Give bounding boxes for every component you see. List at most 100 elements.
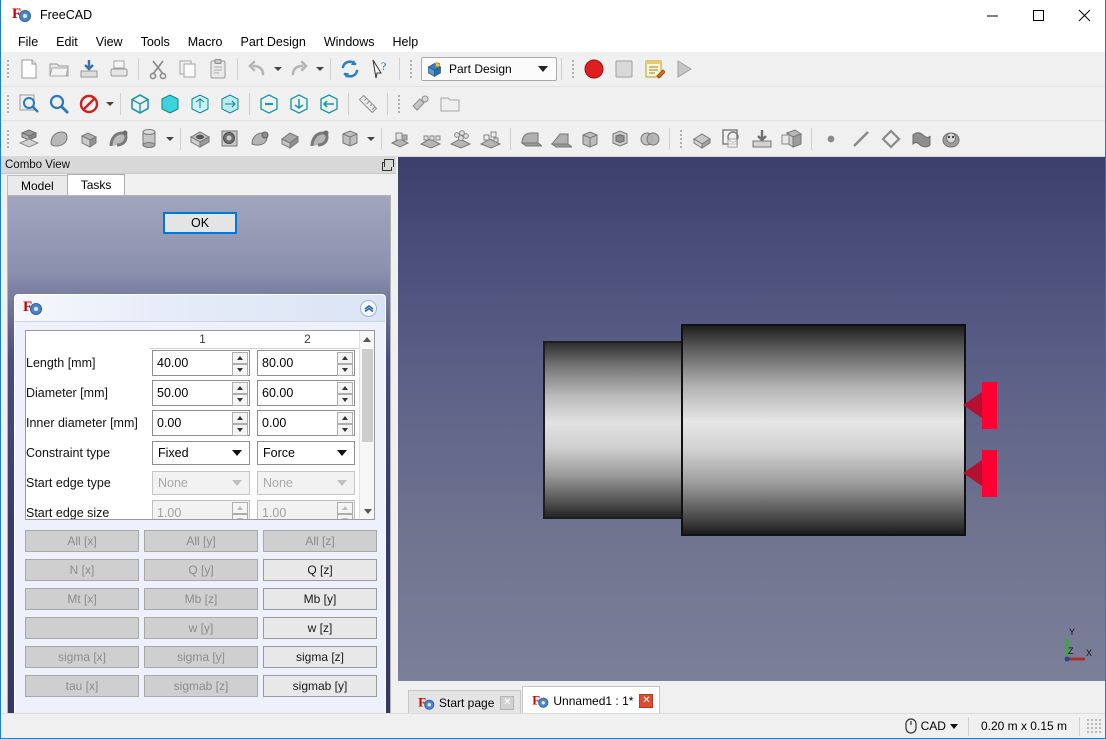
open-folder-icon[interactable] xyxy=(44,55,74,83)
whats-this-cursor-icon[interactable]: ? xyxy=(365,55,395,83)
sketch-toolbar-grip[interactable] xyxy=(677,127,685,150)
macros-edit-icon[interactable] xyxy=(639,55,669,83)
diameter-spinbox-2[interactable]: 60.00 xyxy=(257,380,355,406)
local-coordinate-icon[interactable] xyxy=(906,125,936,153)
pad-icon[interactable] xyxy=(14,125,44,153)
toolbar-grip[interactable] xyxy=(4,127,12,150)
shapebinder-icon[interactable] xyxy=(777,125,807,153)
length-spinbox-1[interactable]: 40.00 xyxy=(152,350,250,377)
plot-button-all-y[interactable]: All [y] xyxy=(144,530,258,552)
plane-icon[interactable] xyxy=(876,125,906,153)
line-icon[interactable] xyxy=(846,125,876,153)
macro-toolbar-grip[interactable] xyxy=(569,58,577,80)
appearance-icon[interactable] xyxy=(405,90,435,118)
polar-pattern-icon[interactable] xyxy=(446,125,476,153)
top-view-icon[interactable] xyxy=(185,90,215,118)
navigation-style-selector[interactable]: CAD xyxy=(895,716,969,736)
structure-toolbar-grip[interactable] xyxy=(395,92,403,115)
draw-style-icon[interactable] xyxy=(74,90,104,118)
plot-button-sigma-x[interactable]: sigma [x] xyxy=(25,646,139,668)
spin-up-icon[interactable] xyxy=(337,382,353,394)
menu-windows[interactable]: Windows xyxy=(315,33,384,51)
subtractive-chevron-down-icon[interactable] xyxy=(365,125,377,153)
subtractive-loft-icon[interactable] xyxy=(275,125,305,153)
macro-record-icon[interactable] xyxy=(579,55,609,83)
plot-button-mt-x[interactable]: Mt [x] xyxy=(25,588,139,610)
mirrored-icon[interactable] xyxy=(386,125,416,153)
subtractive-box-icon[interactable] xyxy=(335,125,365,153)
spin-up-icon[interactable] xyxy=(232,412,248,424)
plot-button-q-z[interactable]: Q [z] xyxy=(263,559,377,581)
plot-button-mb-y[interactable]: Mb [y] xyxy=(263,588,377,610)
small-cylinder-shaft[interactable] xyxy=(543,341,688,519)
attach-sketch-icon[interactable] xyxy=(747,125,777,153)
tab-model[interactable]: Model xyxy=(7,175,68,195)
maximize-button[interactable] xyxy=(1015,0,1061,31)
spin-down-icon[interactable] xyxy=(337,394,353,406)
parameters-table-scrollbar[interactable] xyxy=(359,331,374,519)
folder-empty-icon[interactable] xyxy=(435,90,465,118)
redo-arrow-icon[interactable] xyxy=(284,55,314,83)
additive-pipe-icon[interactable] xyxy=(104,125,134,153)
workbench-toolbar-grip[interactable] xyxy=(407,58,415,80)
linear-pattern-icon[interactable] xyxy=(416,125,446,153)
draft-icon[interactable] xyxy=(575,125,605,153)
paste-clipboard-icon[interactable] xyxy=(203,55,233,83)
float-restore-icon[interactable] xyxy=(380,159,394,171)
subtractive-pipe-icon[interactable] xyxy=(305,125,335,153)
plot-button-w-y[interactable]: w [y] xyxy=(144,617,258,639)
thickness-icon[interactable] xyxy=(605,125,635,153)
plot-button-sigma-y[interactable]: sigma [y] xyxy=(144,646,258,668)
tab-unnamed1-close-icon[interactable]: ✕ xyxy=(639,693,654,708)
tab-tasks[interactable]: Tasks xyxy=(66,174,126,195)
spin-down-icon[interactable] xyxy=(232,394,248,406)
new-document-icon[interactable] xyxy=(14,55,44,83)
force-arrow-upper[interactable] xyxy=(963,382,997,429)
close-button[interactable] xyxy=(1061,0,1105,31)
workbench-selector[interactable]: Part Design xyxy=(421,57,557,81)
sheep-icon[interactable] xyxy=(936,125,966,153)
diameter-spinbox-1[interactable]: 50.00 xyxy=(152,380,250,406)
menu-tools[interactable]: Tools xyxy=(132,33,179,51)
tab-unnamed1[interactable]: F Unnamed1 : 1* ✕ xyxy=(522,686,661,714)
fit-all-icon[interactable] xyxy=(14,90,44,118)
additive-box-icon[interactable] xyxy=(134,125,164,153)
collapse-chevron-up-icon[interactable] xyxy=(360,299,377,317)
force-arrow-lower[interactable] xyxy=(963,450,997,497)
plot-button-mb-z[interactable]: Mb [z] xyxy=(144,588,258,610)
spin-down-icon[interactable] xyxy=(337,424,353,436)
plot-button-all-x[interactable]: All [x] xyxy=(25,530,139,552)
pocket-icon[interactable] xyxy=(185,125,215,153)
undo-dropdown-chevron-down-icon[interactable] xyxy=(272,55,284,83)
body-icon[interactable] xyxy=(687,125,717,153)
macro-stop-icon[interactable] xyxy=(609,55,639,83)
spin-down-icon[interactable] xyxy=(337,364,353,377)
constraint-type-select-2[interactable]: Force xyxy=(257,441,355,465)
multi-transform-icon[interactable] xyxy=(476,125,506,153)
boolean-icon[interactable] xyxy=(635,125,665,153)
length-spinbox-2[interactable]: 80.00 xyxy=(257,350,355,377)
ok-button[interactable]: OK xyxy=(163,212,237,234)
print-icon[interactable] xyxy=(104,55,134,83)
draw-style-chevron-down-icon[interactable] xyxy=(104,90,116,118)
spin-up-icon[interactable] xyxy=(232,382,248,394)
constraint-type-select-1[interactable]: Fixed xyxy=(152,441,250,465)
menu-macro[interactable]: Macro xyxy=(179,33,232,51)
menu-part-design[interactable]: Part Design xyxy=(232,33,315,51)
spin-down-icon[interactable] xyxy=(232,364,248,377)
minimize-button[interactable] xyxy=(969,0,1015,31)
menu-file[interactable]: File xyxy=(9,33,47,51)
additive-loft-icon[interactable] xyxy=(74,125,104,153)
tab-start-page-close-icon[interactable]: ✕ xyxy=(500,695,515,710)
rear-view-icon[interactable] xyxy=(254,90,284,118)
refresh-icon[interactable] xyxy=(335,55,365,83)
3d-viewport[interactable]: Y X Z xyxy=(398,157,1105,681)
scrollbar-thumb[interactable] xyxy=(362,349,373,442)
tab-start-page[interactable]: F Start page ✕ xyxy=(408,690,522,714)
plot-button-w-z[interactable]: w [z] xyxy=(263,617,377,639)
left-view-icon[interactable] xyxy=(314,90,344,118)
front-view-icon[interactable] xyxy=(155,90,185,118)
menu-view[interactable]: View xyxy=(87,33,132,51)
copy-icon[interactable] xyxy=(173,55,203,83)
plot-button-sigma-z[interactable]: sigma [z] xyxy=(263,646,377,668)
